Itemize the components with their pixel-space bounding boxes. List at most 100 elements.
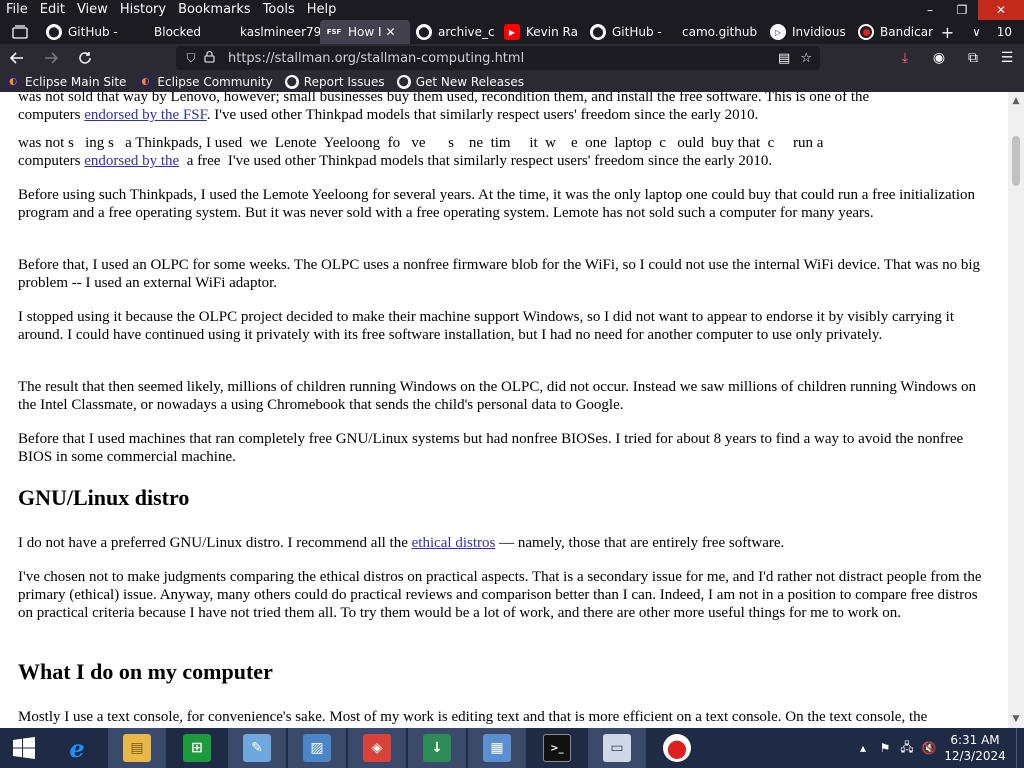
text-fragment: I do not have a preferred GNU/Linux dist… — [18, 535, 412, 551]
menu-tools[interactable]: Tools — [257, 0, 301, 20]
page-scrollbar[interactable]: ▲ ▼ — [1008, 92, 1024, 728]
url-text: https://stallman.org/stallman-computing.… — [228, 50, 525, 66]
bookmark-star-icon[interactable]: ☆ — [800, 51, 812, 66]
account-icon[interactable]: ◉ — [922, 44, 956, 72]
menu-bookmarks[interactable]: Bookmarks — [172, 0, 257, 20]
taskbar-recorder[interactable]: ● — [648, 728, 706, 768]
show-desktop-button[interactable] — [1016, 728, 1024, 768]
tab-label: Bandicar — [880, 25, 934, 39]
reload-button[interactable] — [68, 44, 102, 72]
extensions-icon[interactable]: ⧉ — [956, 44, 990, 72]
bookmark-eclipse-main[interactable]: ◐ Eclipse Main Site — [0, 75, 132, 89]
scroll-down-arrow-icon[interactable]: ▼ — [1008, 712, 1024, 726]
taskbar-photo-viewer[interactable]: ▨ — [288, 728, 346, 768]
taskbar-window-app[interactable]: ▭ — [588, 728, 646, 768]
tab-github-2[interactable]: ⬤ GitHub - — [584, 20, 672, 44]
hamburger-menu-icon[interactable]: ☰ — [990, 44, 1024, 72]
bookmark-label: Eclipse Main Site — [25, 75, 127, 89]
github-icon: ⬤ — [590, 24, 606, 40]
tab-label: camo.github — [682, 25, 758, 39]
menu-file[interactable]: File — [0, 0, 34, 20]
paragraph-lemote: Before using such Thinkpads, I used the … — [18, 187, 975, 221]
tab-label: Invidious — [792, 25, 846, 39]
taskbar-download-manager[interactable]: ↓ — [408, 728, 466, 768]
clock[interactable]: 6:31 AM 12/3/2024 — [940, 732, 1010, 764]
scroll-up-arrow-icon[interactable]: ▲ — [1008, 94, 1024, 108]
ethical-distros-link[interactable]: ethical distros — [412, 535, 496, 551]
tab-how-i[interactable]: FSF How I ✕ — [320, 20, 410, 44]
tab-archive[interactable]: ⬤ archive_c — [410, 20, 498, 44]
forward-button[interactable] — [34, 44, 68, 72]
paragraph-thinkpad: was not sold that way by Lenovo, however… — [18, 92, 993, 124]
volume-muted-icon[interactable]: 🔇 — [918, 741, 940, 755]
tab-label: Kevin Ra — [526, 25, 578, 39]
lock-icon[interactable] — [200, 50, 218, 66]
back-arrow-icon — [10, 52, 23, 64]
tab-groups-icon — [12, 25, 28, 39]
downloads-icon[interactable]: ⤓ — [888, 44, 922, 72]
youtube-icon: ▶ — [504, 24, 520, 40]
github-icon: ⬤ — [396, 75, 411, 89]
text-fragment: computers — [18, 107, 85, 123]
minimize-button[interactable]: – — [914, 0, 946, 20]
reload-icon — [79, 52, 91, 64]
bookmark-report-issues[interactable]: ⬤ Report Issues — [279, 75, 391, 89]
close-tab-icon[interactable]: ✕ — [386, 25, 396, 39]
bookmark-get-new-releases[interactable]: ⬤ Get New Releases — [391, 75, 530, 89]
tab-invidious[interactable]: ▷ Invidious — [764, 20, 852, 44]
bookmark-label: Eclipse Community — [157, 75, 273, 89]
red-app-icon: ◈ — [363, 734, 391, 762]
text-fragment: computers — [18, 153, 85, 169]
recorder-icon: ● — [663, 734, 691, 762]
window-controls: – ❐ ✕ — [914, 0, 1024, 20]
reader-view-icon[interactable]: ▤ — [778, 51, 790, 66]
tab-kaslmineer[interactable]: kaslmineer79 — [228, 20, 320, 44]
eclipse-icon: ◐ — [138, 75, 153, 89]
show-hidden-icons-icon[interactable]: ▴ — [852, 741, 874, 755]
tab-label: Blocked — [154, 25, 202, 39]
taskbar-file-explorer[interactable]: ▤ — [108, 728, 166, 768]
back-button[interactable] — [0, 44, 34, 72]
fsf-endorsed-link-ghost[interactable]: endorsed by the — [84, 153, 179, 169]
text-fragment: . I've used other Thinkpad models that s… — [206, 107, 759, 123]
new-tab-button[interactable]: + — [935, 23, 960, 42]
menu-view[interactable]: View — [71, 0, 114, 20]
tab-kevin[interactable]: ▶ Kevin Ra — [498, 20, 584, 44]
taskbar-notepad[interactable]: ✎ — [228, 728, 286, 768]
internet-explorer-icon: e — [69, 733, 85, 763]
tab-overview-button[interactable] — [0, 20, 40, 44]
taskbar-command-prompt[interactable]: >_ — [528, 728, 586, 768]
flag-icon[interactable]: ⚑ — [874, 741, 896, 755]
forward-arrow-icon — [45, 52, 58, 64]
paragraph-distro-judgments: I've chosen not to make judgments compar… — [18, 569, 982, 621]
tab-bandicam[interactable]: Bandicar — [852, 20, 938, 44]
fsf-endorsed-link[interactable]: endorsed by the FSF — [84, 107, 207, 123]
maximize-button[interactable]: ❐ — [946, 0, 978, 20]
tab-label: kaslmineer79 — [240, 25, 320, 39]
taskbar-store[interactable]: ⊞ — [168, 728, 226, 768]
menu-help[interactable]: Help — [301, 0, 343, 20]
scrollbar-thumb[interactable] — [1012, 136, 1020, 186]
start-button[interactable] — [0, 728, 48, 768]
close-window-button[interactable]: ✕ — [978, 0, 1024, 20]
menu-history[interactable]: History — [114, 0, 172, 20]
address-bar[interactable]: ⛉ https://stallman.org/stallman-computin… — [176, 46, 820, 70]
tab-github-1[interactable]: ⬤ GitHub - — [40, 20, 140, 44]
menu-edit[interactable]: Edit — [34, 0, 71, 20]
text-line: computers endorsed by the a free I've us… — [18, 152, 993, 170]
bookmark-eclipse-community[interactable]: ◐ Eclipse Community — [132, 75, 278, 89]
tab-label: How I — [348, 25, 382, 39]
taskbar-internet-explorer[interactable]: e — [48, 728, 106, 768]
shield-icon[interactable]: ⛉ — [182, 51, 200, 66]
github-icon: ⬤ — [46, 24, 62, 40]
paragraph-distro-preference: I do not have a preferred GNU/Linux dist… — [18, 534, 993, 552]
list-all-tabs-button[interactable]: ∨ 10 — [960, 25, 1024, 39]
store-icon: ⊞ — [183, 734, 211, 762]
network-icon[interactable]: 🖧 — [896, 738, 918, 759]
taskbar-control-panel[interactable]: ▦ — [468, 728, 526, 768]
tab-blocked[interactable]: Blocked — [140, 20, 228, 44]
tab-camo[interactable]: camo.github — [672, 20, 764, 44]
text-line: computers endorsed by the FSF. I've used… — [18, 106, 993, 124]
taskbar-red-app[interactable]: ◈ — [348, 728, 406, 768]
notepad-icon: ✎ — [243, 734, 271, 762]
